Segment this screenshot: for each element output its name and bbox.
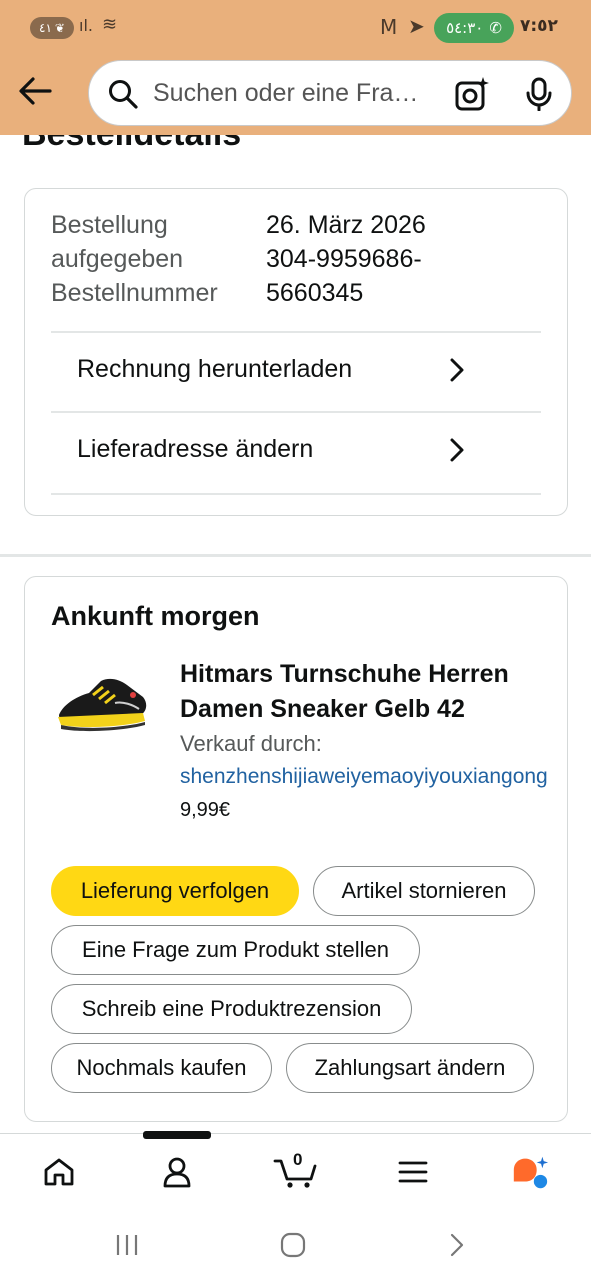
telegram-icon: ➤ xyxy=(408,14,425,38)
back-nav-icon[interactable] xyxy=(448,1233,466,1257)
wifi-icon: ≋ xyxy=(102,14,118,35)
camera-lens-icon[interactable] xyxy=(453,75,491,113)
order-info-card: Bestellung aufgegeben Bestellnummer 26. … xyxy=(24,188,568,516)
cart-count: 0 xyxy=(293,1150,303,1169)
divider xyxy=(51,493,541,495)
gmail-icon: M xyxy=(380,15,398,39)
clock: ٧:٥٢ xyxy=(520,16,558,36)
signal-icon: ıl. xyxy=(79,16,93,35)
chevron-right-icon xyxy=(450,358,464,382)
product-title[interactable]: Hitmars Turnschuhe Herren Damen Sneaker … xyxy=(180,657,550,727)
change-address-link[interactable]: Lieferadresse ändern xyxy=(25,411,515,491)
seller-link[interactable]: shenzhenshijiaweiyemaoyiyouxiangong xyxy=(180,765,548,789)
rufus-icon xyxy=(513,1156,549,1189)
nav-rufus[interactable] xyxy=(510,1152,550,1192)
home-button-icon[interactable] xyxy=(280,1232,306,1258)
download-invoice-link[interactable]: Rechnung herunterladen xyxy=(25,331,515,411)
order-number-label: Bestellnummer xyxy=(51,279,218,307)
active-tab-indicator xyxy=(143,1131,211,1139)
search-bar[interactable]: Suchen oder eine Fra… xyxy=(88,60,572,126)
app-header: ٤١ ❦ ıl. ≋ M ➤ ٥٤:٣٠ ✆ ٧:٥٢ Suchen oder … xyxy=(0,0,591,135)
nav-account[interactable] xyxy=(157,1152,197,1192)
change-address-label: Lieferadresse ändern xyxy=(77,435,314,463)
shipment-card: Ankunft morgen Hitmars Turnschuhe Herren… xyxy=(24,576,568,1122)
product-image[interactable] xyxy=(53,667,153,739)
search-input[interactable]: Suchen oder eine Fra… xyxy=(153,79,443,108)
menu-icon xyxy=(398,1161,428,1183)
order-placed-label-line2: aufgegeben xyxy=(51,245,184,273)
phone-icon: ✆ xyxy=(489,19,502,37)
microphone-icon[interactable] xyxy=(525,77,553,111)
cancel-items-button[interactable]: Artikel stornieren xyxy=(313,866,535,916)
nav-home[interactable] xyxy=(39,1152,79,1192)
recent-apps-icon[interactable] xyxy=(114,1233,140,1257)
download-invoice-label: Rechnung herunterladen xyxy=(77,355,353,383)
call-time: ٥٤:٣٠ xyxy=(446,19,484,37)
chevron-right-icon xyxy=(450,438,464,462)
order-number-line2: 5660345 xyxy=(266,279,364,307)
battery-indicator: ٤١ ❦ xyxy=(30,17,74,39)
call-indicator[interactable]: ٥٤:٣٠ ✆ xyxy=(434,13,514,43)
write-review-button[interactable]: Schreib eine Produktrezension xyxy=(51,984,412,1034)
section-divider xyxy=(0,554,591,557)
buy-again-button[interactable]: Nochmals kaufen xyxy=(51,1043,272,1093)
system-nav xyxy=(0,1205,591,1280)
home-icon xyxy=(44,1158,74,1186)
change-payment-button[interactable]: Zahlungsart ändern xyxy=(286,1043,534,1093)
battery-level: ٤١ xyxy=(39,21,52,35)
order-placed-label-line1: Bestellung xyxy=(51,211,168,239)
delivery-status: Ankunft morgen xyxy=(51,601,260,631)
ask-product-question-button[interactable]: Eine Frage zum Produkt stellen xyxy=(51,925,420,975)
search-icon xyxy=(109,80,138,109)
order-number-line1: 304-9959686- xyxy=(266,245,422,273)
leaf-icon: ❦ xyxy=(54,21,65,35)
status-bar: ٤١ ❦ ıl. ≋ M ➤ ٥٤:٣٠ ✆ ٧:٥٢ xyxy=(0,0,591,56)
nav-menu[interactable] xyxy=(393,1152,433,1192)
back-button[interactable] xyxy=(16,72,54,110)
order-placed-date: 26. März 2026 xyxy=(266,211,426,239)
account-icon xyxy=(163,1157,191,1188)
product-price: 9,99€ xyxy=(180,799,231,821)
sold-by-label: Verkauf durch: xyxy=(180,731,322,756)
track-package-button[interactable]: Lieferung verfolgen xyxy=(51,866,299,916)
arrow-left-icon xyxy=(19,77,52,105)
